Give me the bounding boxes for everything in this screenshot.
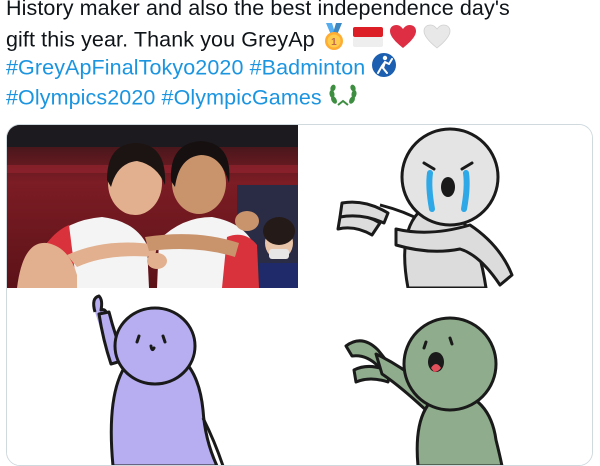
green-sticker[interactable] <box>300 290 592 465</box>
hashtag-line-2[interactable]: #Olympics2020 #OlympicGames <box>6 86 322 110</box>
white-heart-icon <box>423 24 451 58</box>
svg-text:1: 1 <box>331 37 337 48</box>
purple-sticker[interactable] <box>7 290 298 465</box>
media-grid[interactable] <box>6 124 593 466</box>
grid-divider-vertical <box>298 125 300 465</box>
tweet-line-3: #GreyApFinalTokyo2020 #Badminton <box>6 52 596 81</box>
crying-sticker[interactable] <box>300 125 592 288</box>
tweet-text-line1: History maker and also the best independ… <box>6 0 510 20</box>
tweet-text: History maker and also the best independ… <box>6 0 596 110</box>
tweet-line-2: gift this year. Thank you GreyAp 1 <box>6 23 596 52</box>
badminton-photo[interactable] <box>7 125 298 288</box>
tweet-line-1: History maker and also the best independ… <box>6 0 596 23</box>
badminton-icon <box>371 52 397 86</box>
olympic-laurel-icon <box>328 81 358 117</box>
tweet-line-4: #Olympics2020 #OlympicGames <box>6 81 596 110</box>
hashtag-line-1[interactable]: #GreyApFinalTokyo2020 #Badminton <box>6 56 365 80</box>
tweet-text-line2: gift this year. Thank you GreyAp <box>6 27 315 52</box>
